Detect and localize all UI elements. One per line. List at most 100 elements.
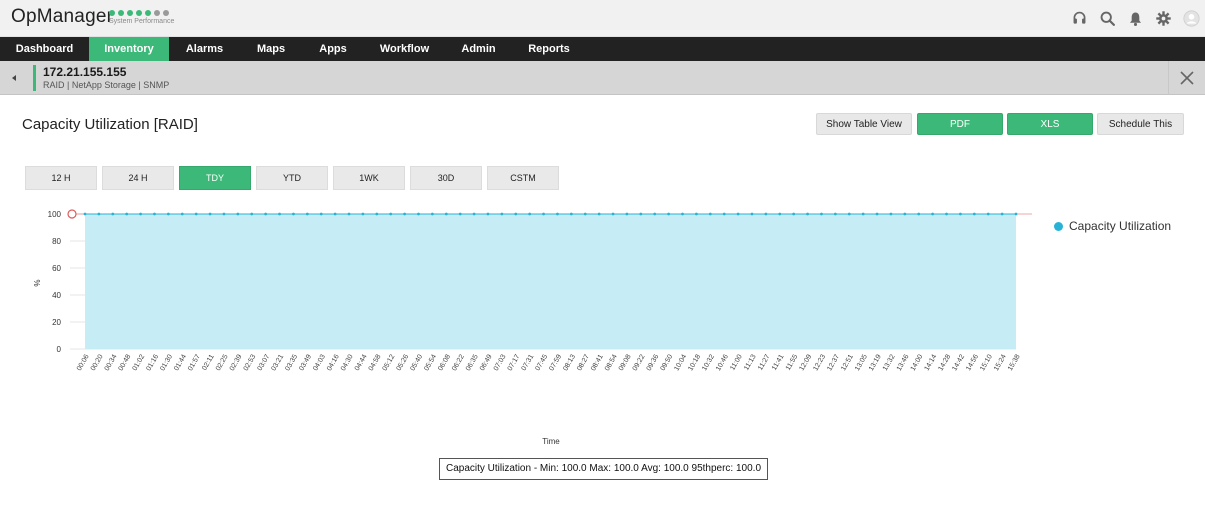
nav-maps[interactable]: Maps [240, 37, 302, 61]
pdf-button[interactable]: PDF [917, 113, 1003, 135]
x-tick-label: 11:00 [729, 353, 744, 371]
data-point [583, 212, 587, 216]
x-tick-label: 02:53 [243, 353, 258, 372]
page-title: Capacity Utilization [RAID] [22, 116, 198, 133]
series-area [85, 214, 1016, 349]
nav-admin[interactable]: Admin [445, 37, 512, 61]
x-tick-label: 12:37 [826, 353, 841, 372]
data-point [389, 212, 393, 216]
data-point [347, 212, 351, 216]
data-point [889, 212, 893, 216]
x-tick-label: 14:56 [965, 353, 980, 372]
data-point [945, 212, 948, 216]
x-tick-label: 09:36 [646, 353, 661, 372]
x-tick-label: 09:08 [618, 353, 633, 372]
x-tick-label: 00:48 [118, 353, 133, 372]
x-tick-label: 12:09 [798, 353, 813, 372]
data-point [875, 212, 879, 216]
data-point [208, 212, 212, 216]
x-tick-label: 13:32 [882, 353, 897, 372]
data-point [292, 212, 295, 216]
data-point [542, 212, 545, 216]
range-ytd[interactable]: YTD [256, 166, 328, 190]
data-point [194, 212, 198, 216]
range-1wk[interactable]: 1WK [333, 166, 405, 190]
data-point [959, 212, 962, 216]
x-tick-label: 05:12 [382, 353, 397, 372]
x-tick-label: 12:23 [812, 353, 827, 372]
x-tick-label: 14:28 [937, 353, 952, 372]
search-icon[interactable] [1093, 0, 1121, 37]
x-tick-label: 06:49 [479, 353, 494, 372]
capacity-chart: 02040608010000:06 00:20 00:34 00:48 01:02 01:… [33, 209, 1032, 446]
data-point [83, 212, 87, 216]
x-tick-label: 11:13 [743, 353, 758, 371]
show-table-view-button[interactable]: Show Table View [816, 113, 912, 135]
device-bar: 172.21.155.155 RAID | NetApp Storage | S… [0, 61, 1205, 95]
range-cstm[interactable]: CSTM [487, 166, 559, 190]
close-button[interactable] [1168, 61, 1205, 95]
brand-logo[interactable]: OpManager [11, 6, 113, 28]
threshold-marker [67, 209, 77, 219]
y-tick-label: 40 [52, 291, 61, 300]
range-30d[interactable]: 30D [410, 166, 482, 190]
time-range-tabs: 12 H 24 H TDY YTD 1WK 30D CSTM [25, 166, 559, 190]
x-tick-label: 04:44 [354, 353, 369, 372]
data-point [514, 212, 518, 216]
legend-label: Capacity Utilization [1069, 219, 1172, 233]
device-meta: RAID | NetApp Storage | SNMP [43, 80, 170, 90]
x-tick-label: 04:16 [326, 353, 341, 372]
status-dot [118, 10, 124, 16]
data-point [986, 212, 990, 216]
range-12h[interactable]: 12 H [25, 166, 97, 190]
data-point [972, 212, 976, 216]
back-arrow-icon[interactable] [9, 72, 19, 84]
status-dots [109, 10, 169, 16]
device-ip[interactable]: 172.21.155.155 [43, 65, 126, 79]
data-point [180, 212, 184, 216]
gear-icon[interactable] [1149, 0, 1177, 37]
data-point [236, 212, 240, 216]
range-tdy[interactable]: TDY [179, 166, 251, 190]
data-point [792, 212, 796, 216]
chart-legend[interactable]: Capacity Utilization [1054, 219, 1171, 233]
xls-button[interactable]: XLS [1007, 113, 1093, 135]
nav-inventory[interactable]: Inventory [89, 37, 169, 61]
data-point [430, 212, 434, 216]
status-dot [163, 10, 169, 16]
data-point [695, 212, 698, 216]
data-point [444, 212, 448, 216]
range-24h[interactable]: 24 H [102, 166, 174, 190]
nav-dashboard[interactable]: Dashboard [0, 37, 89, 61]
schedule-button[interactable]: Schedule This [1097, 113, 1184, 135]
nav-reports[interactable]: Reports [512, 37, 586, 61]
nav-apps[interactable]: Apps [302, 37, 364, 61]
nav-alarms[interactable]: Alarms [169, 37, 240, 61]
headset-icon[interactable] [1065, 0, 1093, 37]
status-dot [109, 10, 115, 16]
app-window: OpManager System Performance Dashboard I… [0, 0, 1205, 511]
data-point [597, 212, 601, 216]
data-point [750, 212, 754, 216]
x-tick-label: 06:22 [451, 353, 466, 372]
x-tick-label: 06:35 [465, 353, 480, 372]
x-tick-label: 00:34 [104, 353, 119, 372]
data-point [305, 212, 309, 216]
x-tick-label: 04:03 [312, 353, 327, 372]
x-tick-label: 10:04 [673, 353, 688, 372]
x-tick-label: 14:42 [951, 353, 966, 372]
data-point [556, 212, 559, 216]
x-tick-label: 14:14 [924, 353, 939, 372]
avatar-icon[interactable] [1177, 0, 1205, 37]
x-tick-label: 00:06 [76, 353, 91, 372]
data-point [708, 212, 712, 216]
data-point [250, 212, 254, 216]
y-tick-label: 100 [48, 210, 62, 219]
nav-workflow[interactable]: Workflow [364, 37, 445, 61]
x-tick-label: 07:45 [534, 353, 549, 372]
x-tick-label: 09:50 [660, 353, 675, 372]
bell-icon[interactable] [1121, 0, 1149, 37]
status-dot [154, 10, 160, 16]
data-point [472, 212, 476, 216]
y-axis-label: % [33, 279, 42, 286]
